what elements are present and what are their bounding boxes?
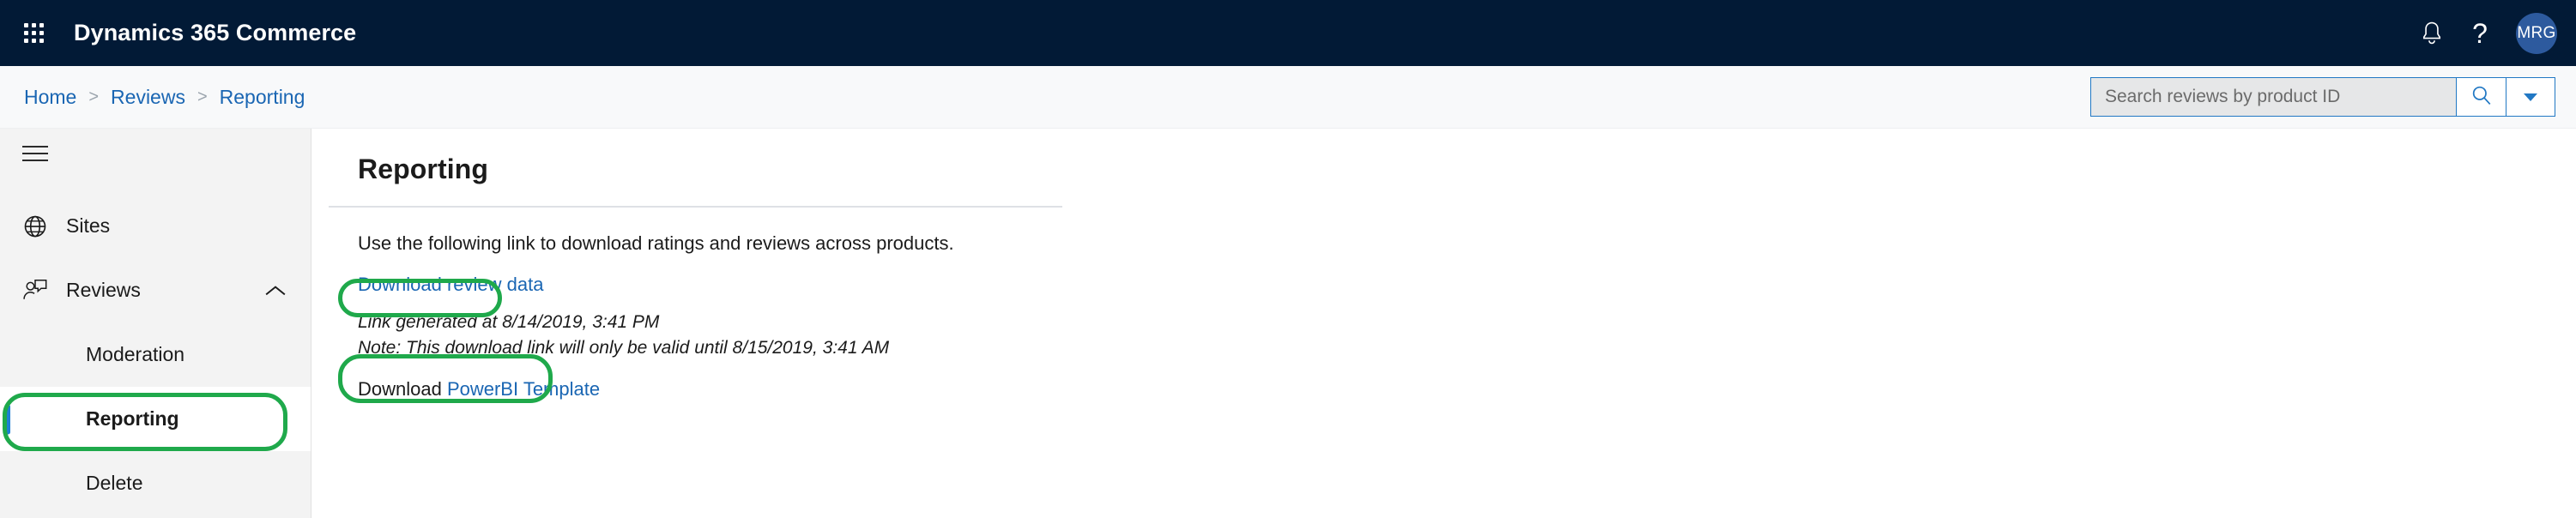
sidebar-item-reviews[interactable]: Reviews: [0, 258, 311, 322]
page-title: Reporting: [358, 154, 488, 184]
download-review-data-row: Download review data: [358, 274, 543, 296]
hamburger-menu-icon: [22, 141, 48, 166]
waffle-dot: [39, 31, 44, 35]
hamburger-line: [22, 153, 48, 154]
sidebar-item-label: Delete: [86, 472, 143, 494]
sidebar-item-label: Reviews: [66, 279, 141, 301]
sidebar-item-delete[interactable]: Delete: [0, 451, 311, 515]
waffle-dot: [31, 23, 36, 27]
question-mark-icon: ?: [2472, 17, 2488, 49]
sidebar-item-label: Moderation: [86, 343, 185, 365]
waffle-dot: [23, 39, 28, 43]
sidebar-item-sites[interactable]: Sites: [0, 194, 311, 258]
bell-icon: [2420, 21, 2444, 46]
search-input[interactable]: [2090, 77, 2456, 117]
waffle-dot: [23, 23, 28, 27]
globe-icon: [22, 214, 51, 239]
breadcrumb-item-reviews[interactable]: Reviews: [111, 86, 185, 109]
help-button[interactable]: ?: [2456, 9, 2504, 57]
magnifier-icon: [2470, 84, 2493, 111]
avatar[interactable]: MRG: [2516, 12, 2557, 54]
link-generated-note: Link generated at 8/14/2019, 3:41 PM: [358, 312, 660, 332]
breadcrumb-item-home[interactable]: Home: [24, 86, 76, 109]
person-chat-icon: [22, 278, 51, 304]
search-options-dropdown-button[interactable]: [2506, 77, 2555, 117]
breadcrumb-separator: >: [88, 87, 100, 106]
search-box: [2090, 77, 2555, 117]
waffle-dot: [31, 39, 36, 43]
download-powerbi-template-link[interactable]: PowerBI Template: [447, 378, 600, 400]
sidebar-toggle-button[interactable]: [0, 129, 311, 178]
reporting-panel: Use the following link to download ratin…: [358, 232, 2576, 401]
breadcrumb-item-reporting[interactable]: Reporting: [220, 86, 305, 109]
title-divider: [329, 206, 1062, 208]
chevron-up-icon[interactable]: [264, 284, 287, 298]
waffle-dot: [39, 23, 44, 27]
waffle-dot: [31, 31, 36, 35]
notifications-button[interactable]: [2408, 9, 2456, 57]
app-launcher-icon[interactable]: [17, 17, 50, 50]
sidebar-item-label: Reporting: [86, 407, 179, 430]
chevron-down-icon: [2524, 93, 2537, 101]
link-validity-note: Note: This download link will only be va…: [358, 337, 890, 358]
panel-description: Use the following link to download ratin…: [358, 232, 954, 254]
sidebar-item-moderation[interactable]: Moderation: [0, 322, 311, 387]
app-title: Dynamics 365 Commerce: [74, 20, 357, 45]
sidebar-item-reporting[interactable]: Reporting: [0, 387, 311, 451]
hamburger-line: [22, 160, 48, 161]
search-button[interactable]: [2456, 77, 2506, 117]
main-content: Reporting Use the following link to down…: [312, 129, 2576, 518]
suite-header-bar: Dynamics 365 Commerce ? MRG: [0, 0, 2576, 66]
waffle-dot: [23, 31, 28, 35]
command-bar: Home > Reviews > Reporting: [0, 66, 2576, 129]
breadcrumb: Home > Reviews > Reporting: [24, 86, 305, 109]
waffle-dot: [39, 39, 44, 43]
download-powerbi-template-row: Download PowerBI Template: [358, 378, 600, 401]
sidebar-item-label: Sites: [66, 214, 111, 237]
download-review-data-link[interactable]: Download review data: [358, 274, 543, 295]
hamburger-line: [22, 146, 48, 148]
powerbi-prefix-label: Download: [358, 377, 447, 400]
suite-header-actions: ? MRG: [2408, 0, 2576, 66]
breadcrumb-separator: >: [197, 87, 208, 106]
sidebar: Sites Reviews Moderation Reporting Delet…: [0, 129, 311, 518]
